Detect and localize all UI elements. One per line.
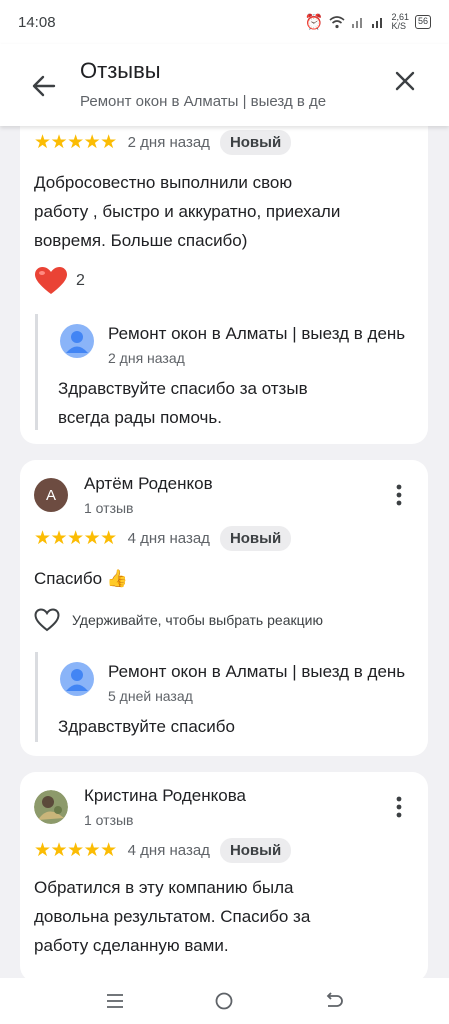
author-name[interactable]: Артём Роденков [84,474,213,494]
reaction-hint: Удерживайте, чтобы выбрать реакцию [72,612,323,628]
reply-text: Здравствуйте спасибо [58,717,235,736]
avatar[interactable] [34,790,68,824]
review-count: 1 отзыв [84,812,134,828]
status-icons: ⏰ 2,61 K/S 56 [305,13,431,31]
page-title: Отзывы [80,58,161,83]
owner-avatar [60,324,94,358]
close-icon[interactable] [390,66,420,96]
system-nav-bar [0,978,449,1024]
signal-icon-2 [372,18,383,28]
page-subtitle: Ремонт окон в Алматы | выезд в де [80,93,327,110]
review-card: ★★★★★ 2 дня назад Новый Добросовестно вы… [20,110,428,444]
author-name[interactable]: Кристина Роденкова [84,786,246,806]
rating-row: ★★★★★ 2 дня назад Новый [34,130,292,155]
review-text: Обратился в эту компанию была довольна р… [34,878,311,955]
avatar[interactable]: А [34,478,68,512]
status-time: 14:08 [18,13,56,31]
star-rating: ★★★★★ [34,528,117,549]
owner-name: Ремонт окон в Алматы | выезд в день [108,324,406,343]
back-arrow-icon[interactable] [28,70,60,102]
status-bar: 14:08 ⏰ 2,61 K/S 56 [0,0,449,44]
network-speed: 2,61 K/S [391,12,409,31]
star-rating: ★★★★★ [34,132,117,153]
menu-icon[interactable] [105,993,125,1009]
more-vert-icon[interactable] [390,482,408,508]
heart-outline-icon[interactable] [34,608,60,632]
home-icon[interactable] [214,991,234,1011]
review-date: 4 дня назад [127,842,210,859]
signal-icon [352,18,363,28]
reply-text: Здравствуйте спасибо за отзыв всегда рад… [58,379,308,427]
new-badge: Новый [219,526,292,551]
review-card: А Артём Роденков 1 отзыв ★★★★★ 4 дня наз… [20,460,428,756]
review-text: Спасибо 👍 [34,569,129,588]
reaction-row[interactable]: 2 [34,266,85,296]
review-count: 1 отзыв [84,500,134,516]
reaction-count: 2 [76,272,85,289]
owner-reply: Ремонт окон в Алматы | выезд в день 2 дн… [35,314,428,430]
review-date: 2 дня назад [127,134,210,151]
review-text: Добросовестно выполнили свою работу , бы… [34,173,341,250]
rating-row: ★★★★★ 4 дня назад Новый [34,526,292,551]
reply-date: 5 дней назад [108,688,193,704]
rating-row: ★★★★★ 4 дня назад Новый [34,838,292,863]
owner-name: Ремонт окон в Алматы | выезд в день [108,662,406,681]
app-bar: Отзывы Ремонт окон в Алматы | выезд в де [0,44,449,126]
alarm-icon: ⏰ [304,14,324,31]
owner-avatar [60,662,94,696]
heart-icon[interactable] [34,266,68,296]
wifi-icon [329,16,345,29]
new-badge: Новый [219,838,292,863]
review-date: 4 дня назад [127,530,210,547]
reply-date: 2 дня назад [108,350,185,366]
new-badge: Новый [219,130,292,155]
star-rating: ★★★★★ [34,840,117,861]
back-icon[interactable] [324,992,344,1010]
reaction-row[interactable]: Удерживайте, чтобы выбрать реакцию [34,608,323,632]
review-card: Кристина Роденкова 1 отзыв ★★★★★ 4 дня н… [20,772,428,982]
more-vert-icon[interactable] [390,794,408,820]
owner-reply: Ремонт окон в Алматы | выезд в день 5 дн… [35,652,428,742]
battery-icon: 56 [414,15,431,29]
